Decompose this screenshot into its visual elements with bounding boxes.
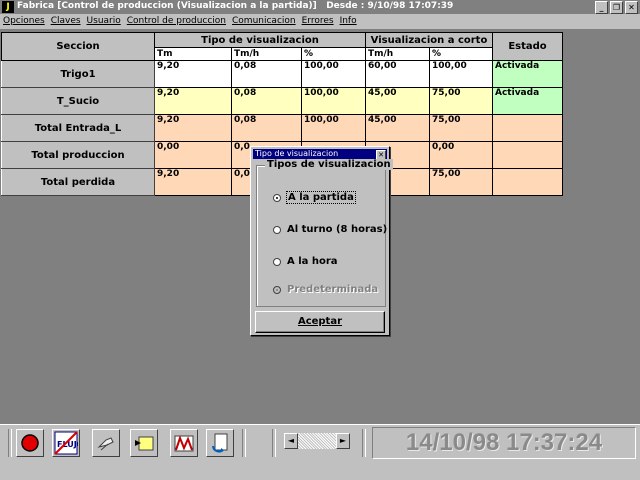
row-label-button[interactable]: Trigo1: [1, 60, 155, 88]
option-label: A la hora: [287, 256, 338, 267]
visualization-dialog: Tipo de visualizacion ✕ Tipos de visuali…: [250, 146, 393, 336]
scroll-right-icon[interactable]: ►: [336, 433, 350, 449]
subheader-corto-pct: %: [429, 47, 493, 61]
table-cell: 9,20: [154, 114, 232, 142]
menu-claves[interactable]: Claves: [48, 14, 84, 29]
clock-display: 14/10/98 17:37:24: [372, 427, 636, 459]
header-seccion: Seccion: [1, 32, 155, 61]
separator: [242, 429, 246, 457]
option-al-turno[interactable]: Al turno (8 horas): [273, 224, 387, 235]
row-label-button[interactable]: Total produccion: [1, 141, 155, 169]
table-cell: 0,08: [231, 60, 302, 88]
table-cell: 75,00: [429, 114, 493, 142]
scroll-left-icon[interactable]: ◄: [284, 433, 298, 449]
row-label-button[interactable]: Total Entrada_L: [1, 114, 155, 142]
subheader-tm: Tm: [154, 47, 232, 61]
dialog-title-bar: Tipo de visualizacion ✕: [253, 149, 387, 160]
option-a-la-hora[interactable]: A la hora: [273, 256, 338, 267]
restore-icon[interactable]: ❐: [610, 1, 623, 14]
flujo-icon[interactable]: FLUJO: [52, 429, 80, 457]
stop-icon[interactable]: [16, 429, 44, 457]
table-row: T_Sucio 9,20 0,08 100,00 45,00 75,00 Act…: [1, 87, 563, 115]
table-cell: 75,00: [429, 168, 493, 196]
menu-bar: Opciones Claves Usuario Control de produ…: [0, 14, 640, 29]
separator: [362, 429, 366, 457]
header-corto: Visualizacion a corto: [365, 32, 493, 48]
table-cell: 0,08: [231, 114, 302, 142]
header-tipo: Tipo de visualizacion: [154, 32, 366, 48]
group-label: Tipos de visualizacion: [265, 159, 393, 170]
separator: [272, 429, 276, 457]
subheader-tmh: Tm/h: [231, 47, 302, 61]
option-label: Predeterminada: [287, 284, 379, 295]
table-cell: 9,20: [154, 168, 232, 196]
menu-info[interactable]: Info: [337, 14, 360, 29]
radio-selected-icon[interactable]: [273, 193, 281, 202]
accept-button[interactable]: Aceptar: [255, 311, 385, 333]
table-cell: 45,00: [365, 114, 430, 142]
toolbar: FLUJO ◄ ► 14/10/98 17:37:24: [0, 424, 640, 461]
dialog-title: Tipo de visualizacion: [255, 149, 339, 158]
table-cell: 45,00: [365, 87, 430, 115]
status-cell: [492, 114, 563, 142]
table-row: Trigo1 9,20 0,08 100,00 60,00 100,00 Act…: [1, 60, 563, 88]
bars-icon[interactable]: [170, 429, 198, 457]
refresh-icon[interactable]: [206, 429, 234, 457]
option-predeterminada: Predeterminada: [273, 284, 378, 295]
row-label-button[interactable]: T_Sucio: [1, 87, 155, 115]
table-cell: 0,00: [154, 141, 232, 169]
table-cell: 100,00: [429, 60, 493, 88]
table-cell: 100,00: [301, 60, 366, 88]
status-cell: Activada: [492, 60, 563, 88]
table-cell: 60,00: [365, 60, 430, 88]
status-bar: [0, 460, 640, 480]
visualization-group: Tipos de visualizacion A la partida Al t…: [256, 159, 393, 307]
table-row: Total Entrada_L 9,20 0,08 100,00 45,00 7…: [1, 114, 563, 142]
option-label: Al turno (8 horas): [287, 224, 388, 235]
table-cell: 75,00: [429, 87, 493, 115]
table-cell: 9,20: [154, 60, 232, 88]
keys-icon[interactable]: [92, 429, 120, 457]
radio-disabled-icon: [273, 285, 281, 294]
header-estado: Estado: [492, 32, 563, 61]
table-cell: 9,20: [154, 87, 232, 115]
status-cell: Activada: [492, 87, 563, 115]
table-cell: 0,00: [429, 141, 493, 169]
status-cell: [492, 141, 563, 169]
table-cell: 100,00: [301, 114, 366, 142]
scrollbar[interactable]: ◄ ►: [284, 433, 350, 449]
table-cell: 100,00: [301, 87, 366, 115]
radio-icon[interactable]: [273, 225, 281, 234]
radio-icon[interactable]: [273, 257, 281, 266]
row-label-button[interactable]: Total perdida: [1, 168, 155, 196]
option-a-la-partida[interactable]: A la partida: [273, 191, 356, 204]
menu-opciones[interactable]: Opciones: [0, 14, 48, 29]
separator: [8, 429, 12, 457]
window-title: Fabrica [Control de produccion (Visualiz…: [17, 1, 454, 11]
menu-errores[interactable]: Errores: [299, 14, 337, 29]
close-icon[interactable]: ✕: [625, 1, 638, 14]
menu-comunicacion[interactable]: Comunicacion: [229, 14, 299, 29]
app-icon: J: [2, 1, 14, 13]
desde-label: Desde : 9/10/98 17:07:39: [326, 1, 454, 11]
pointer-icon[interactable]: [130, 429, 158, 457]
option-label: A la partida: [286, 191, 356, 204]
menu-control-produccion[interactable]: Control de produccion: [124, 14, 229, 29]
menu-usuario[interactable]: Usuario: [84, 14, 124, 29]
subheader-corto-tmh: Tm/h: [365, 47, 430, 61]
minimize-icon[interactable]: _: [595, 1, 608, 14]
table-cell: 0,08: [231, 87, 302, 115]
subheader-pct: %: [301, 47, 366, 61]
title-bar: J Fabrica [Control de produccion (Visual…: [0, 0, 640, 14]
status-cell: [492, 168, 563, 196]
